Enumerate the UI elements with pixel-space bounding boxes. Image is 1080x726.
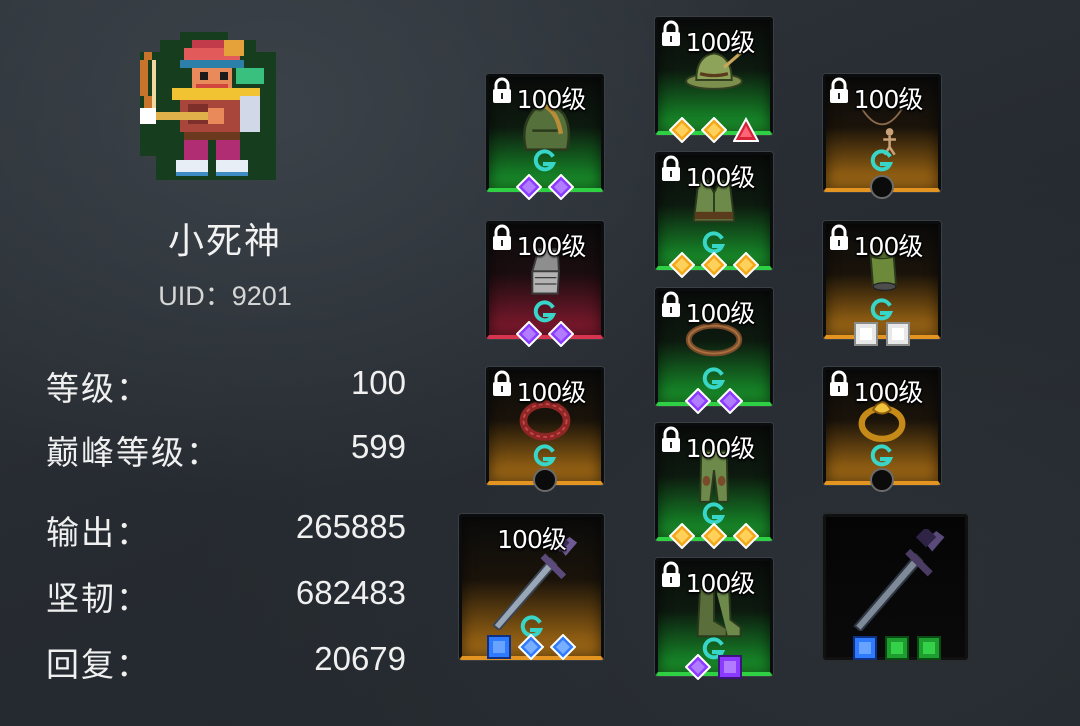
slot-level: 100级 (516, 85, 587, 114)
slot-level: 100级 (685, 299, 756, 328)
slot-level: 100级 (685, 569, 756, 598)
empty-socket-icon (869, 174, 895, 200)
purple-gem-icon (685, 654, 711, 680)
empty-socket-icon (532, 467, 558, 493)
gold-gem-icon (733, 523, 759, 549)
purple-gem-icon (548, 174, 574, 200)
gem-sockets (489, 174, 601, 200)
purple-gem-icon (717, 388, 743, 414)
gem-sockets (658, 654, 770, 680)
green-square-gem-icon (884, 635, 910, 661)
gem-sockets (826, 635, 965, 661)
g-mark-icon (870, 298, 894, 321)
stat-label: 等级： (46, 369, 151, 408)
equip-slot-ring-left[interactable]: 100级 (486, 367, 604, 492)
stat-row-peak-level: 巅峰等级： 599 (46, 426, 406, 472)
slot-level: 100级 (516, 232, 587, 261)
blue-gem-icon (550, 634, 576, 660)
g-mark-icon (533, 444, 557, 467)
gold-gem-icon (701, 252, 727, 278)
stat-value: 100 (350, 364, 406, 401)
equip-slot-boots[interactable]: 100级 (655, 558, 773, 680)
gold-gem-icon (669, 523, 695, 549)
empty-socket-icon (869, 467, 895, 493)
gold-gem-icon (669, 117, 695, 143)
purple-gem-icon (516, 321, 542, 347)
gem-sockets (489, 467, 601, 493)
stat-row-damage: 输出： 265885 (46, 506, 406, 552)
stat-row-recovery: 回复： 20679 (46, 638, 406, 684)
g-mark-icon (533, 149, 557, 172)
slot-level: 100级 (685, 163, 756, 192)
gem-sockets (658, 252, 770, 278)
stat-value: 599 (350, 428, 406, 465)
slot-level: 100级 (516, 378, 587, 407)
blue-square-gem-icon (486, 634, 512, 660)
slot-level: 100级 (497, 525, 567, 554)
stat-label: 回复： (46, 645, 151, 684)
player-name: 小死神 (167, 221, 282, 262)
blue-square-gem-icon (852, 635, 878, 661)
slot-level: 100级 (685, 434, 756, 463)
g-mark-icon (870, 149, 894, 172)
equip-slot-weapon[interactable]: 100级 (459, 514, 604, 660)
gold-gem-icon (701, 523, 727, 549)
stat-value: 682483 (295, 574, 406, 611)
equip-slot-hat[interactable]: 100级 (655, 17, 773, 143)
equip-slot-offhand[interactable] (823, 514, 968, 660)
gold-gem-icon (669, 252, 695, 278)
gem-sockets (658, 388, 770, 414)
gem-sockets (658, 117, 770, 143)
equip-slot-helmet[interactable]: 100级 (486, 74, 604, 200)
sword-icon (836, 526, 955, 633)
blue-gem-icon (518, 634, 544, 660)
gem-sockets (826, 321, 938, 347)
stat-value: 20679 (314, 640, 406, 677)
player-uid: UID：9201 (158, 281, 292, 311)
equip-slot-amulet[interactable]: 100级 (823, 74, 941, 199)
equip-slot-bracer[interactable]: 100级 (823, 221, 941, 346)
red-triangle-gem-icon (733, 117, 759, 143)
equip-slot-chest[interactable]: 100级 (655, 152, 773, 278)
equip-slot-pants[interactable]: 100级 (655, 423, 773, 549)
purple-square-gem-icon (717, 654, 743, 680)
purple-gem-icon (516, 174, 542, 200)
stat-label: 输出： (46, 513, 151, 552)
gem-sockets (826, 174, 938, 200)
gem-sockets (658, 523, 770, 549)
slot-level: 100级 (853, 378, 924, 407)
gem-sockets (826, 467, 938, 493)
gem-sockets (462, 634, 601, 660)
purple-gem-icon (548, 321, 574, 347)
player-avatar (128, 28, 304, 188)
stat-label: 巅峰等级： (46, 433, 221, 472)
stat-row-toughness: 坚韧： 682483 (46, 572, 406, 618)
stat-label: 坚韧： (46, 579, 151, 618)
slot-level: 100级 (853, 232, 924, 261)
gem-sockets (489, 321, 601, 347)
white-square-gem-icon (885, 321, 911, 347)
gold-gem-icon (733, 252, 759, 278)
gold-gem-icon (701, 117, 727, 143)
stat-row-level: 等级： 100 (46, 362, 406, 408)
equip-slot-gloves[interactable]: 100级 (486, 221, 604, 347)
stat-value: 265885 (295, 508, 406, 545)
slot-level: 100级 (853, 85, 924, 114)
g-mark-icon (870, 444, 894, 467)
white-square-gem-icon (853, 321, 879, 347)
equip-slot-belt[interactable]: 100级 (655, 288, 773, 414)
green-square-gem-icon (916, 635, 942, 661)
equip-slot-ring-right[interactable]: 100级 (823, 367, 941, 492)
purple-gem-icon (685, 388, 711, 414)
slot-level: 100级 (685, 28, 756, 57)
